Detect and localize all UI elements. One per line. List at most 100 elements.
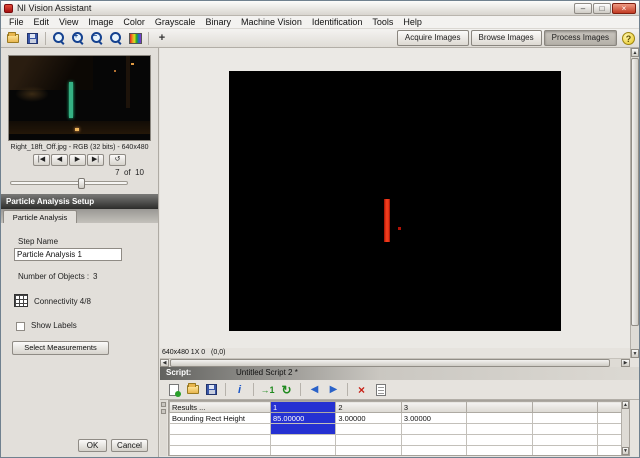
image-slider[interactable] <box>10 178 128 189</box>
results-cell[interactable]: 3.00000 <box>400 412 468 424</box>
results-cell[interactable] <box>531 423 599 435</box>
menu-tools[interactable]: Tools <box>367 17 398 27</box>
gutter-handle[interactable] <box>161 402 166 407</box>
scroll-down-icon[interactable]: ▼ <box>631 349 639 358</box>
run-once-button[interactable]: →1 <box>260 382 275 397</box>
menu-color[interactable]: Color <box>118 17 150 27</box>
step-name-input[interactable] <box>14 248 122 261</box>
save-image-button[interactable] <box>24 31 40 46</box>
viewer-horizontal-scrollbar[interactable]: ◀ ▶ <box>160 358 630 367</box>
gutter-handle[interactable] <box>161 409 166 414</box>
results-cell[interactable] <box>335 423 402 435</box>
zoom-fit-button[interactable] <box>108 31 124 46</box>
scroll-left-icon[interactable]: ◀ <box>160 359 169 367</box>
results-col-header-2[interactable]: 2 <box>335 401 402 413</box>
menu-machine-vision[interactable]: Machine Vision <box>236 17 307 27</box>
results-cell[interactable] <box>269 445 337 455</box>
minimize-button[interactable]: – <box>574 2 592 14</box>
results-cell[interactable] <box>269 434 337 446</box>
select-measurements-button[interactable]: Select Measurements <box>12 341 109 355</box>
results-col-header-3[interactable]: 3 <box>400 401 468 413</box>
process-images-button[interactable]: Process Images <box>543 30 617 46</box>
menu-identification[interactable]: Identification <box>307 17 368 27</box>
step-back-button[interactable]: ◀ <box>307 382 322 397</box>
scroll-up-icon[interactable]: ▲ <box>622 401 629 409</box>
results-col-header-1[interactable]: 1 <box>269 401 337 413</box>
tab-particle-analysis[interactable]: Particle Analysis <box>3 210 77 223</box>
help-icon[interactable]: ? <box>622 31 635 45</box>
results-cell[interactable] <box>466 412 533 424</box>
menu-view[interactable]: View <box>54 17 83 27</box>
results-cell[interactable] <box>169 423 271 435</box>
setup-panel-body: Step Name Number of Objects : 3 Connecti… <box>1 223 158 435</box>
open-image-button[interactable] <box>5 31 21 46</box>
results-col-header[interactable]: Results ... <box>169 401 271 413</box>
step-info-button[interactable]: i <box>232 382 247 397</box>
zoom-tool-button[interactable] <box>51 31 67 46</box>
results-cell[interactable] <box>531 445 599 455</box>
results-cell[interactable] <box>466 434 533 446</box>
processed-image-canvas[interactable] <box>229 71 561 331</box>
first-image-button[interactable]: |◀ <box>33 154 50 166</box>
results-cell-selected[interactable] <box>269 423 337 435</box>
vertical-scroll-thumb[interactable] <box>631 58 639 326</box>
menu-edit[interactable]: Edit <box>29 17 55 27</box>
scroll-right-icon[interactable]: ▶ <box>621 359 630 367</box>
main-toolbar: + − + Acquire Images Browse Images Proce… <box>1 29 639 48</box>
results-col-header[interactable] <box>531 401 599 413</box>
menu-binary[interactable]: Binary <box>200 17 236 27</box>
results-cell[interactable] <box>335 434 402 446</box>
loop-images-button[interactable]: ↺ <box>109 154 126 166</box>
close-button[interactable]: × <box>612 2 636 14</box>
viewer-vertical-scrollbar[interactable]: ▲ ▼ <box>630 48 639 358</box>
toolbar-separator <box>45 31 46 45</box>
next-image-button[interactable]: ▶ <box>69 154 86 166</box>
previous-image-button[interactable]: ◀ <box>51 154 68 166</box>
edit-step-button[interactable] <box>373 382 388 397</box>
results-col-header[interactable] <box>466 401 533 413</box>
results-cell[interactable] <box>400 445 468 455</box>
results-cell[interactable] <box>335 445 402 455</box>
last-image-button[interactable]: ▶| <box>87 154 104 166</box>
results-cell[interactable]: 3.00000 <box>335 412 402 424</box>
delete-step-button[interactable]: × <box>354 382 369 397</box>
ok-button[interactable]: OK <box>78 439 107 452</box>
run-script-button[interactable]: ↻ <box>279 382 294 397</box>
results-gutter <box>160 400 167 456</box>
zoom-in-icon: + <box>71 31 85 45</box>
acquire-images-button[interactable]: Acquire Images <box>396 30 469 46</box>
results-cell[interactable] <box>400 434 468 446</box>
results-cell[interactable] <box>466 445 533 455</box>
cancel-button[interactable]: Cancel <box>111 439 148 452</box>
menu-grayscale[interactable]: Grayscale <box>150 17 201 27</box>
results-data-row: Bounding Rect Height 85.00000 3.00000 3.… <box>169 412 629 424</box>
scroll-down-icon[interactable]: ▼ <box>622 447 629 455</box>
slider-thumb[interactable] <box>78 178 86 189</box>
results-row-label[interactable]: Bounding Rect Height <box>169 412 271 424</box>
results-cell[interactable] <box>400 423 468 435</box>
histogram-button[interactable] <box>127 31 143 46</box>
open-script-button[interactable] <box>185 382 200 397</box>
pan-tool-button[interactable]: + <box>154 31 170 46</box>
horizontal-scroll-thumb[interactable] <box>170 359 610 367</box>
results-cell[interactable] <box>169 434 271 446</box>
zoom-out-button[interactable]: − <box>89 31 105 46</box>
results-cell[interactable] <box>466 423 533 435</box>
results-vertical-scrollbar[interactable]: ▲ ▼ <box>621 401 629 455</box>
new-script-button[interactable] <box>166 382 181 397</box>
results-cell[interactable] <box>531 434 599 446</box>
browse-images-button[interactable]: Browse Images <box>470 30 542 46</box>
scroll-up-icon[interactable]: ▲ <box>631 48 639 57</box>
show-labels-checkbox[interactable] <box>16 322 25 331</box>
maximize-button[interactable]: □ <box>593 2 611 14</box>
zoom-in-button[interactable]: + <box>70 31 86 46</box>
step-forward-button[interactable]: ▶ <box>326 382 341 397</box>
magnifier-icon <box>52 31 66 45</box>
menu-file[interactable]: File <box>4 17 29 27</box>
results-cell-selected[interactable]: 85.00000 <box>269 412 337 424</box>
results-cell[interactable] <box>531 412 599 424</box>
menu-help[interactable]: Help <box>398 17 427 27</box>
menu-image[interactable]: Image <box>83 17 118 27</box>
results-cell[interactable] <box>169 445 271 455</box>
save-script-button[interactable] <box>204 382 219 397</box>
